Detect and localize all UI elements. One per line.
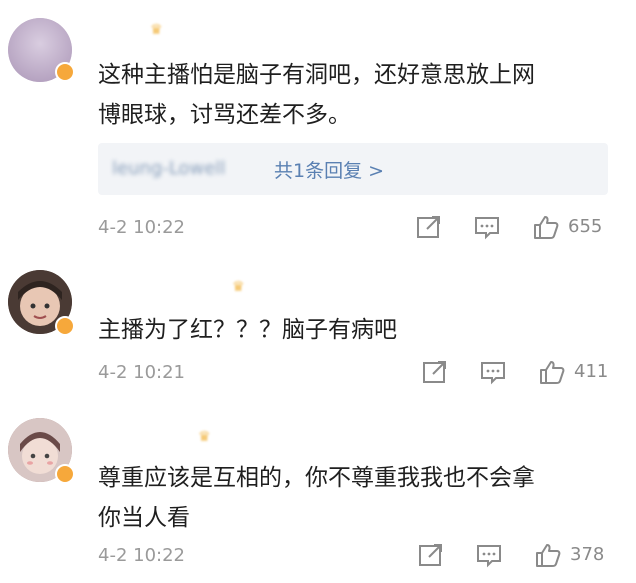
comment-line: 尊重应该是互相的，你不尊重我我也不会拿 — [98, 465, 535, 491]
crown-icon: ♛ — [232, 279, 245, 295]
reply-user[interactable]: leung-Lowell — [112, 158, 225, 179]
comment-actions: 411 — [415, 357, 625, 387]
comment-actions: 655 — [415, 212, 625, 242]
comment-item: ♛ 主播为了红？？？脑子有病吧 4-2 10:21 411 — [0, 250, 636, 400]
crown-icon: ♛ — [198, 429, 211, 445]
share-icon[interactable] — [421, 359, 449, 385]
thumbs-up-icon[interactable] — [538, 359, 566, 385]
comment-line: 博眼球，讨骂还差不多。 — [98, 102, 351, 128]
thumbs-up-icon[interactable] — [532, 214, 560, 240]
comment-item: ♛ 这种主播怕是脑子有洞吧，还好意思放上网 博眼球，讨骂还差不多。 leung-… — [0, 0, 636, 250]
comment-icon[interactable] — [479, 359, 507, 385]
comment-icon[interactable] — [473, 214, 501, 240]
comment-time: 4-2 10:22 — [98, 217, 185, 238]
share-icon[interactable] — [415, 214, 443, 240]
comment-text: 尊重应该是互相的，你不尊重我我也不会拿 你当人看 — [98, 458, 535, 538]
vip-badge-icon — [55, 62, 75, 82]
comment-text: 主播为了红？？？脑子有病吧 — [98, 310, 397, 350]
thumbs-up-icon[interactable] — [534, 542, 562, 568]
comment-time: 4-2 10:22 — [98, 545, 185, 566]
like-count: 655 — [568, 216, 603, 237]
comment-line: 这种主播怕是脑子有洞吧，还好意思放上网 — [98, 62, 535, 88]
comment-line: 主播为了红？？？脑子有病吧 — [98, 317, 397, 343]
reply-box[interactable]: leung-Lowell 共1条回复 > — [98, 143, 608, 195]
comment-actions: 378 — [415, 540, 625, 570]
crown-icon: ♛ — [150, 22, 163, 38]
comment-item: ♛ 尊重应该是互相的，你不尊重我我也不会拿 你当人看 4-2 10:22 378 — [0, 400, 636, 583]
comment-time: 4-2 10:21 — [98, 362, 185, 383]
view-replies-link[interactable]: 共1条回复 > — [274, 156, 384, 183]
share-icon[interactable] — [417, 542, 445, 568]
vip-badge-icon — [55, 316, 75, 336]
like-count: 378 — [570, 544, 605, 565]
like-count: 411 — [574, 361, 609, 382]
comment-line: 你当人看 — [98, 505, 190, 531]
vip-badge-icon — [55, 464, 75, 484]
comment-icon[interactable] — [475, 542, 503, 568]
comment-text: 这种主播怕是脑子有洞吧，还好意思放上网 博眼球，讨骂还差不多。 — [98, 55, 535, 135]
